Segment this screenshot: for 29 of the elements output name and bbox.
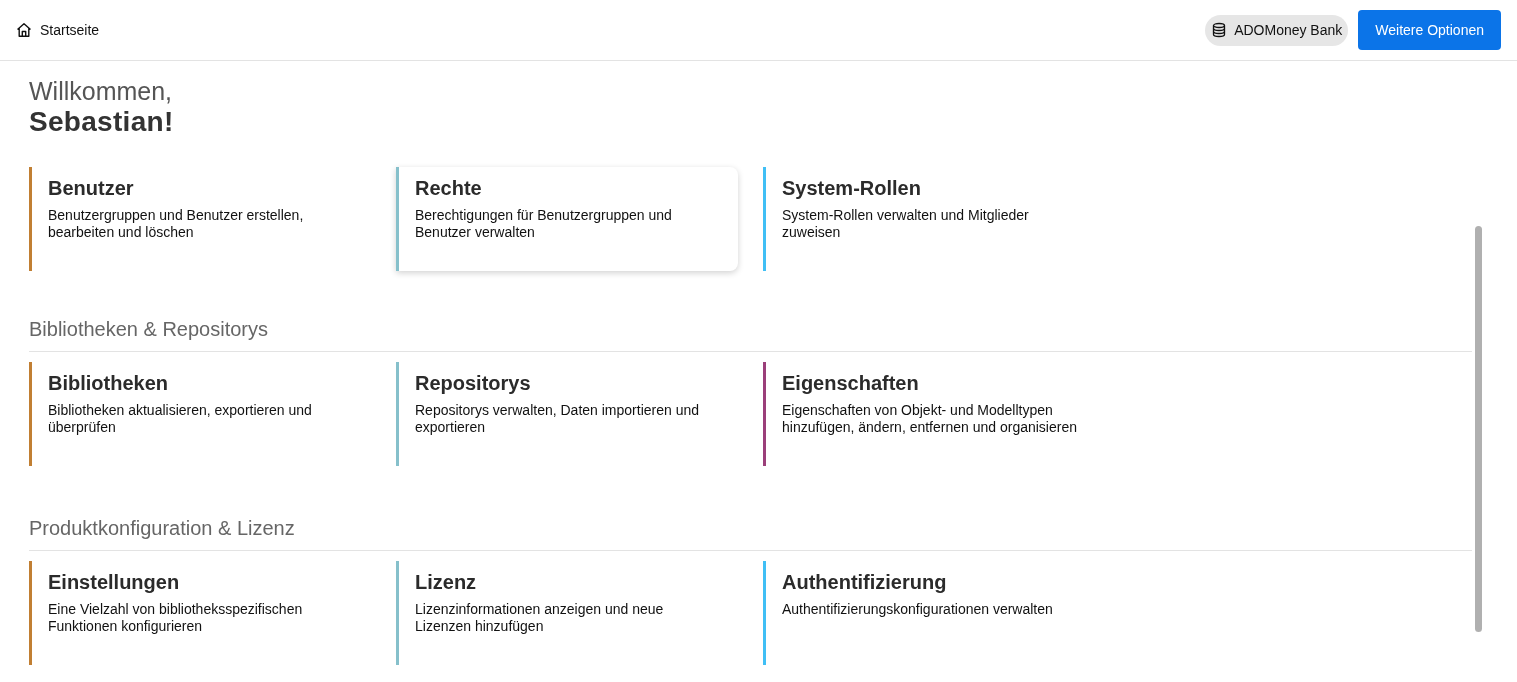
card-description: Eigenschaften von Objekt- und Modelltypen hinzufügen, ändern, entfernen und organisieren [782,402,1078,436]
section-heading: Produktkonfiguration & Lizenz [29,516,1472,551]
card-description: System-Rollen verwalten und Mitglieder zuweisen [782,207,1030,241]
database-icon [1211,22,1228,38]
card-description: Authentifizierungskonfigurationen verwalten [782,601,1053,618]
scrollbar-thumb[interactable] [1475,226,1482,632]
bank-chip[interactable]: ADOMoney Bank [1205,14,1349,46]
card-title: Lizenz [415,570,478,594]
card-title: Authentifizierung [782,570,948,594]
home-breadcrumb-link[interactable]: Startseite [16,22,100,38]
card-title: Rechte [415,176,483,200]
section-heading: Bibliotheken & Repositorys [29,317,1472,352]
card-title: Bibliotheken [48,371,169,395]
card-title: Einstellungen [48,570,181,594]
home-icon [16,22,32,38]
card-description: Eine Vielzahl von bibliotheksspezifischen Funktionen konfigurieren [48,601,304,635]
welcome-greeting: Willkommen, [29,76,174,106]
card-description: Berechtigungen für Benutzergruppen und Benutzer verwalten [415,207,673,241]
card-title: System-Rollen [782,176,922,200]
card-title: Repositorys [415,371,532,395]
card-description: Benutzergruppen und Benutzer erstellen, bearbeiten und löschen [48,207,305,241]
more-options-button[interactable]: Weitere Optionen [1358,10,1501,50]
card-title: Benutzer [48,176,135,200]
card-description: Lizenzinformationen anzeigen und neue Lizenzen hinzufügen [415,601,665,635]
card-description: Bibliotheken aktualisieren, exportieren und überprüfen [48,402,313,436]
card-description: Repositorys verwalten, Daten importieren und exportieren [415,402,701,436]
card-title: Eigenschaften [782,371,920,395]
category-card[interactable]: Rechte Berechtigungen für Benutzergruppen und Benutzer verwalten [396,167,738,271]
user-name: Sebastian! [29,106,175,138]
